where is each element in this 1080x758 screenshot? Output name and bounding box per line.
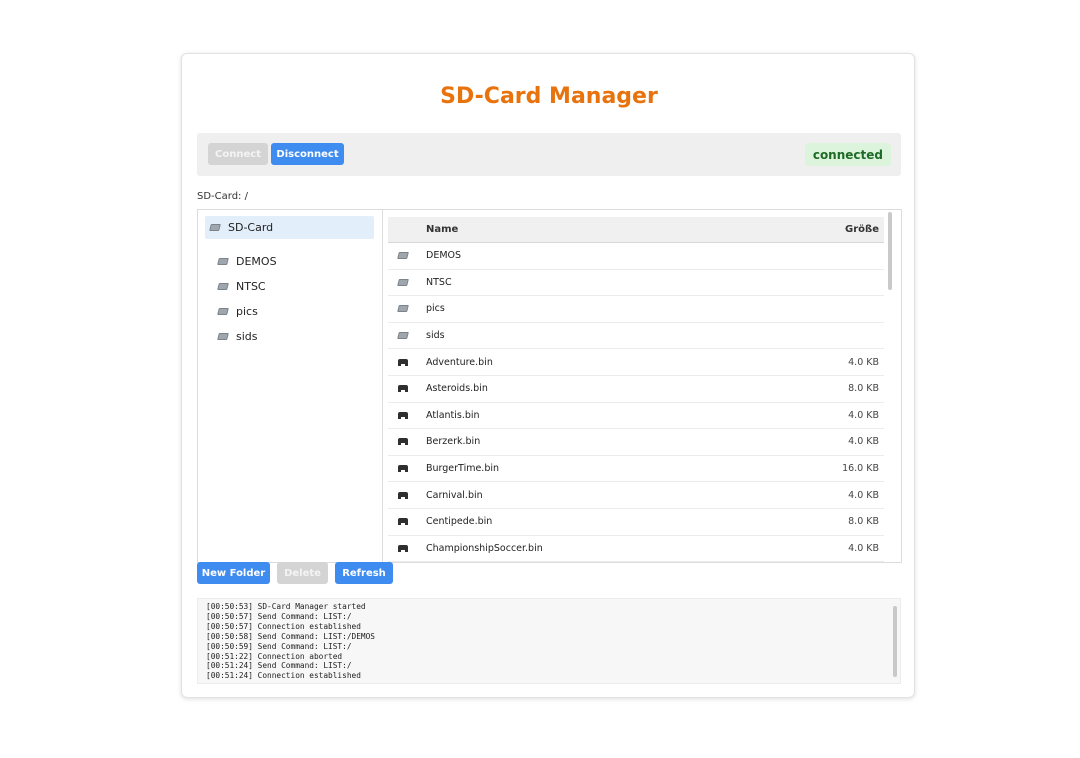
- folder-icon: [397, 278, 409, 286]
- file-row[interactable]: sids: [388, 323, 884, 350]
- file-row[interactable]: NTSC: [388, 270, 884, 297]
- file-row[interactable]: Asteroids.bin 8.0 KB: [388, 376, 884, 403]
- gamepad-icon: [398, 385, 408, 393]
- file-row[interactable]: Carnival.bin 4.0 KB: [388, 482, 884, 509]
- file-name: pics: [426, 303, 445, 315]
- tree-item-label: sids: [236, 329, 258, 343]
- log-line: [00:51:24] Connection established: [206, 671, 361, 681]
- file-name: ChampionshipSoccer.bin: [426, 542, 543, 554]
- connect-button[interactable]: Connect: [208, 143, 268, 165]
- file-row[interactable]: pics: [388, 296, 884, 323]
- log-panel: [00:50:53] SD-Card Manager started [00:50…: [197, 598, 901, 684]
- log-line: [00:51:24] Send Command: LIST:/: [206, 661, 352, 671]
- gamepad-icon: [398, 411, 408, 419]
- file-row[interactable]: Atlantis.bin 4.0 KB: [388, 403, 884, 430]
- file-table-header: Name Größe: [388, 217, 884, 243]
- file-size: 4.0 KB: [848, 489, 879, 501]
- file-size: 4.0 KB: [848, 356, 879, 368]
- sd-card-manager-panel: SD-Card Manager Connect Disconnect conne…: [181, 53, 915, 698]
- folder-icon: [397, 332, 409, 340]
- connection-toolbar: Connect Disconnect connected: [197, 133, 901, 176]
- folder-icon: [397, 305, 409, 313]
- file-row[interactable]: Adventure.bin 4.0 KB: [388, 349, 884, 376]
- folder-icon: [217, 257, 229, 265]
- log-line: [00:50:57] Connection established: [206, 621, 361, 631]
- gamepad-icon: [398, 518, 408, 526]
- log-line: [00:50:58] Send Command: LIST:/DEMOS: [206, 631, 375, 641]
- new-folder-button[interactable]: New Folder: [197, 562, 270, 584]
- file-name: sids: [426, 330, 445, 342]
- log-line: [00:50:59] Send Command: LIST:/: [206, 641, 352, 651]
- folder-icon: [397, 252, 409, 260]
- tree-item-label: DEMOS: [236, 254, 277, 268]
- file-row[interactable]: Berzerk.bin 4.0 KB: [388, 429, 884, 456]
- file-size: 4.0 KB: [848, 436, 879, 448]
- tree-item-label: NTSC: [236, 279, 266, 293]
- file-list: Name Größe DEMOS NTSC pics sids Adventur…: [388, 210, 895, 562]
- folder-tree: SD-Card DEMOS NTSC pics sids: [198, 210, 383, 562]
- file-row[interactable]: BurgerTime.bin 16.0 KB: [388, 456, 884, 483]
- log-scrollbar[interactable]: [893, 606, 897, 677]
- page-title: SD-Card Manager: [440, 84, 658, 109]
- tree-item-demos[interactable]: DEMOS: [217, 251, 277, 271]
- tree-item-ntsc[interactable]: NTSC: [217, 276, 266, 296]
- file-name: Atlantis.bin: [426, 409, 480, 421]
- breadcrumb: SD-Card: /: [197, 191, 248, 202]
- log-line: [00:50:53] SD-Card Manager started: [206, 602, 366, 611]
- log-line: [00:51:22] Connection aborted: [206, 651, 343, 661]
- folder-icon: [217, 332, 229, 340]
- file-list-scrollbar[interactable]: [888, 212, 892, 290]
- file-size: 8.0 KB: [848, 383, 879, 395]
- gamepad-icon: [398, 491, 408, 499]
- gamepad-icon: [398, 438, 408, 446]
- file-size: 4.0 KB: [848, 542, 879, 554]
- file-size: 8.0 KB: [848, 516, 879, 528]
- file-row[interactable]: ChampionshipSoccer.bin 4.0 KB: [388, 536, 884, 562]
- tree-item-label: pics: [236, 304, 258, 318]
- file-name: Berzerk.bin: [426, 436, 481, 448]
- file-browser: SD-Card DEMOS NTSC pics sids Name Größe …: [197, 209, 902, 563]
- column-header-size[interactable]: Größe: [845, 217, 879, 242]
- connection-status-badge: connected: [804, 143, 891, 166]
- folder-icon: [217, 307, 229, 315]
- log-output: [00:50:53] SD-Card Manager started [00:50…: [206, 602, 375, 681]
- refresh-button[interactable]: Refresh: [335, 562, 393, 584]
- tree-item-pics[interactable]: pics: [217, 301, 258, 321]
- gamepad-icon: [398, 544, 408, 552]
- file-name: DEMOS: [426, 250, 462, 262]
- tree-root-sd-card[interactable]: SD-Card: [205, 216, 374, 239]
- file-name: BurgerTime.bin: [426, 463, 500, 475]
- file-name: NTSC: [426, 276, 452, 288]
- file-name: Centipede.bin: [426, 516, 493, 528]
- folder-icon: [217, 282, 229, 290]
- file-row[interactable]: Centipede.bin 8.0 KB: [388, 509, 884, 536]
- file-name: Carnival.bin: [426, 489, 483, 501]
- file-name: Asteroids.bin: [426, 383, 488, 395]
- log-line: [00:50:57] Send Command: LIST:/: [206, 611, 352, 621]
- column-header-name[interactable]: Name: [426, 217, 458, 242]
- file-size: 16.0 KB: [842, 463, 879, 475]
- file-size: 4.0 KB: [848, 409, 879, 421]
- disconnect-button[interactable]: Disconnect: [271, 143, 344, 165]
- file-name: Adventure.bin: [426, 356, 493, 368]
- gamepad-icon: [398, 358, 408, 366]
- tree-item-sids[interactable]: sids: [217, 326, 258, 346]
- gamepad-icon: [398, 465, 408, 473]
- tree-root-label: SD-Card: [228, 221, 274, 234]
- folder-icon: [209, 224, 221, 231]
- delete-button[interactable]: Delete: [277, 562, 328, 584]
- file-row[interactable]: DEMOS: [388, 243, 884, 270]
